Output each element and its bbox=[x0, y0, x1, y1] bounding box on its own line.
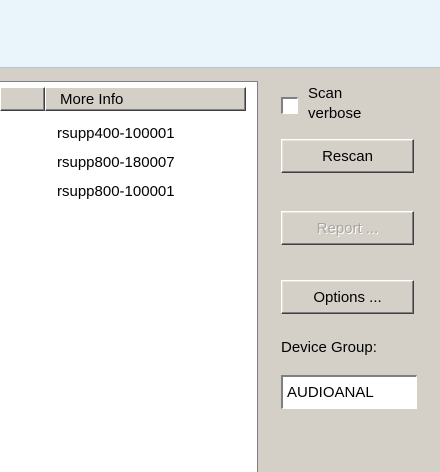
table-row[interactable]: rsupp800-180007 bbox=[57, 148, 175, 177]
scan-verbose-label: Scan verbose bbox=[308, 85, 362, 122]
device-group-label: Device Group: bbox=[281, 339, 377, 356]
scan-verbose-option[interactable]: Scan verbose bbox=[281, 84, 388, 124]
options-button[interactable]: Options ... bbox=[281, 280, 414, 314]
top-panel bbox=[0, 0, 440, 68]
list-rows: rsupp400-100001 rsupp800-180007 rsupp800… bbox=[57, 119, 175, 206]
column-header-more-info[interactable]: More Info bbox=[45, 87, 246, 111]
rescan-button[interactable]: Rescan bbox=[281, 139, 414, 173]
list-header: More Info bbox=[0, 87, 246, 111]
scan-verbose-checkbox[interactable] bbox=[281, 97, 298, 114]
table-row[interactable]: rsupp800-100001 bbox=[57, 177, 175, 206]
control-panel: Scan verbose Rescan Report ... Options .… bbox=[258, 68, 440, 472]
table-row[interactable]: rsupp400-100001 bbox=[57, 119, 175, 148]
device-group-field[interactable] bbox=[281, 375, 417, 409]
column-header-name[interactable] bbox=[0, 87, 45, 111]
device-list[interactable]: More Info rsupp400-100001 rsupp800-18000… bbox=[0, 81, 258, 472]
report-button[interactable]: Report ... bbox=[281, 211, 414, 245]
